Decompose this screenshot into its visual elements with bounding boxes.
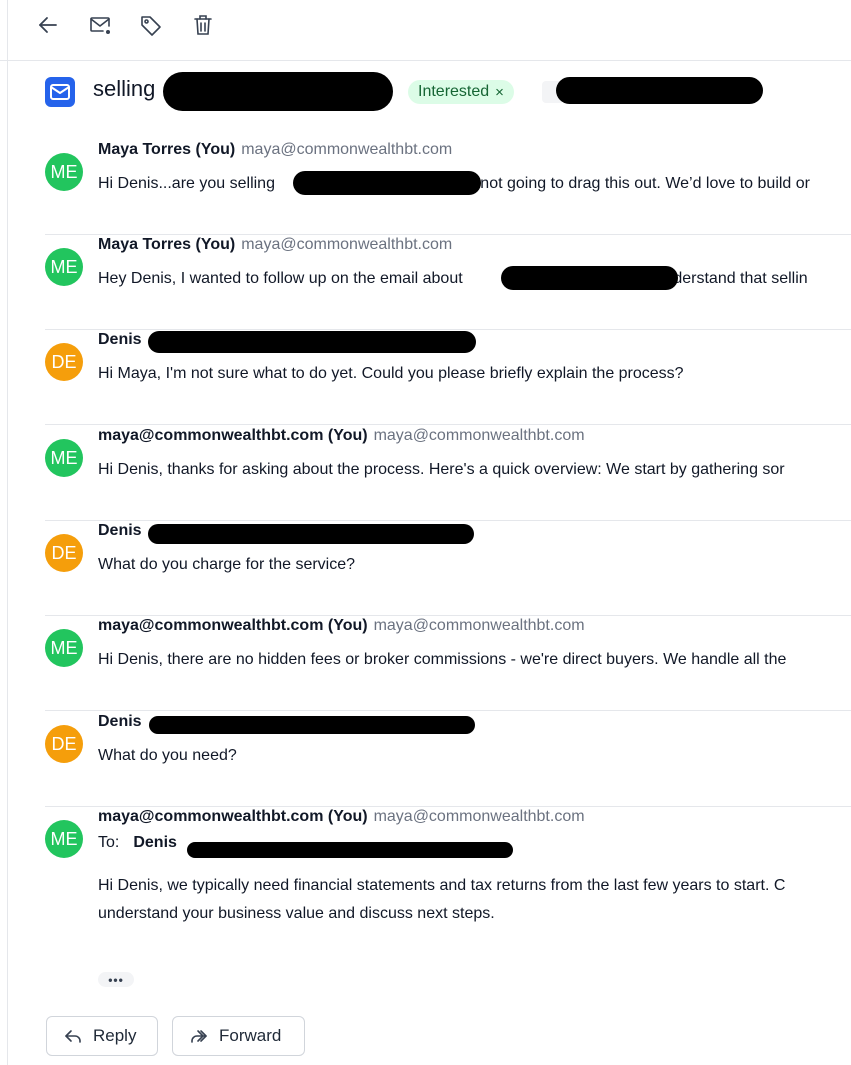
message-body: Hi Denis, we typically need financial st… (98, 872, 785, 928)
sender-email: maya@commonwealthbt.com (241, 236, 453, 253)
redaction (293, 171, 481, 195)
message-sender: Denis (98, 331, 142, 349)
tag-label: Interested (418, 83, 490, 100)
avatar: ME (45, 248, 83, 286)
mail-dot-icon (90, 17, 110, 34)
recipient-line: To: Denis (98, 834, 177, 852)
sender-email: maya@commonwealthbt.com (241, 141, 453, 158)
message-item[interactable]: DE Denis What do you need? (45, 711, 851, 807)
reply-icon (65, 1030, 81, 1043)
sender-name: maya@commonwealthbt.com (You) (98, 808, 368, 825)
recipient-name: Denis (133, 834, 177, 851)
message-item[interactable]: ME Maya Torres (You) maya@commonwealthbt.… (45, 139, 851, 235)
redaction (149, 716, 475, 734)
sender-email: maya@commonwealthbt.com (373, 808, 585, 825)
thread-subject: selling (93, 76, 156, 101)
arrow-left-icon (39, 17, 57, 33)
sender-email: maya@commonwealthbt.com (373, 427, 585, 444)
body-line: Hi Denis, we typically need financial st… (98, 877, 786, 894)
message-sender: Maya Torres (You) maya@commonwealthbt.com (98, 141, 452, 159)
sender-email: maya@commonwealthbt.com (373, 617, 585, 634)
thread-header: selling Interested × (0, 60, 851, 124)
preview-text: Hey Denis, I wanted to follow up on the … (98, 270, 463, 287)
message-sender: maya@commonwealthbt.com (You) maya@common… (98, 808, 585, 826)
avatar: ME (45, 820, 83, 858)
message-preview: Hey Denis, I wanted to follow up on the … (98, 270, 808, 288)
message-sender: maya@commonwealthbt.com (You) maya@common… (98, 427, 585, 445)
preview-text: Hi Denis...are you selling (98, 175, 275, 192)
sender-name: Denis (98, 522, 142, 539)
forward-button[interactable]: Forward (172, 1016, 305, 1056)
reply-label: Reply (93, 1026, 137, 1045)
redaction (163, 72, 393, 111)
tag-icon (141, 16, 161, 36)
sender-name: Denis (98, 713, 142, 730)
redaction (556, 77, 763, 104)
avatar: ME (45, 439, 83, 477)
forward-icon (191, 1030, 207, 1043)
redaction (148, 524, 474, 544)
message-expanded: ME maya@commonwealthbt.com (You) maya@com… (45, 806, 851, 966)
forward-label: Forward (219, 1026, 282, 1045)
message-preview: What do you need? (98, 747, 237, 764)
message-preview: What do you charge for the service? (98, 556, 356, 573)
mark-unread-button[interactable] (83, 8, 117, 42)
sender-name: Denis (98, 331, 142, 348)
sender-name: maya@commonwealthbt.com (You) (98, 427, 368, 444)
to-label: To: (98, 834, 120, 851)
message-item[interactable]: DE Denis Hi Maya, I'm not sure what to d… (45, 329, 851, 425)
avatar: ME (45, 629, 83, 667)
message-preview: Hi Denis, thanks for asking about the pr… (98, 461, 785, 478)
redaction (148, 331, 476, 353)
avatar: DE (45, 725, 83, 763)
body-line: understand your business value and discu… (98, 905, 495, 922)
envelope-icon (45, 77, 75, 107)
avatar: DE (45, 343, 83, 381)
message-sender: Maya Torres (You) maya@commonwealthbt.com (98, 236, 452, 254)
sender-name: maya@commonwealthbt.com (You) (98, 617, 368, 634)
avatar: DE (45, 534, 83, 572)
message-preview: Hi Maya, I'm not sure what to do yet. Co… (98, 365, 684, 382)
label-button[interactable] (134, 8, 168, 42)
redaction (187, 842, 513, 858)
message-sender: Denis (98, 522, 142, 540)
message-item[interactable]: ME maya@commonwealthbt.com (You) maya@com… (45, 425, 851, 521)
message-item[interactable]: ME Maya Torres (You) maya@commonwealthbt.… (45, 234, 851, 330)
show-quoted-button[interactable]: ••• (98, 972, 134, 987)
delete-button[interactable] (186, 8, 220, 42)
preview-text-continued: ...not going to drag this out. We’d love… (466, 175, 810, 192)
message-item[interactable]: DE Denis What do you charge for the serv… (45, 520, 851, 616)
avatar: ME (45, 153, 83, 191)
left-border (7, 0, 8, 1065)
sender-name: Maya Torres (You) (98, 236, 236, 253)
message-item[interactable]: ME maya@commonwealthbt.com (You) maya@com… (45, 615, 851, 711)
tag-interested: Interested × (408, 80, 514, 104)
message-sender: maya@commonwealthbt.com (You) maya@common… (98, 617, 585, 635)
message-sender: Denis (98, 713, 142, 731)
reply-button[interactable]: Reply (46, 1016, 158, 1056)
trash-icon (194, 15, 212, 35)
back-button[interactable] (31, 8, 65, 42)
sender-name: Maya Torres (You) (98, 141, 236, 158)
message-preview: Hi Denis, there are no hidden fees or br… (98, 651, 787, 668)
redaction (501, 266, 678, 290)
toolbar (0, 0, 851, 61)
tag-remove-button[interactable]: × (495, 84, 504, 101)
